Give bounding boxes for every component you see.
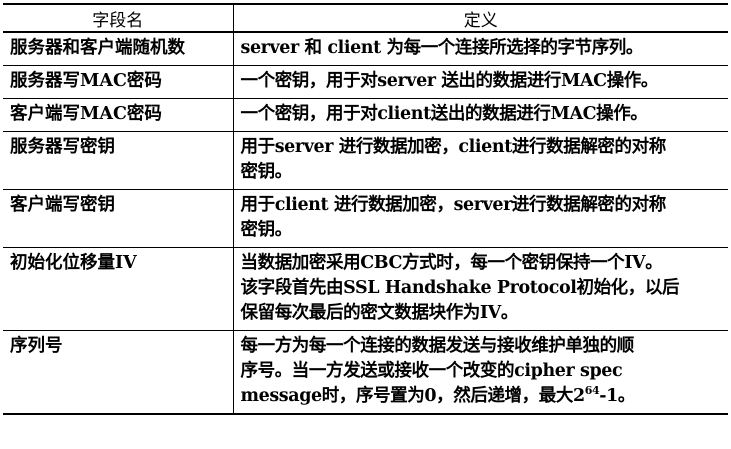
table-row: 客户端写MAC密码 一个密钥，用于对client送出的数据进行MAC操作。: [3, 98, 728, 132]
table-row: 服务器写MAC密码 一个密钥，用于对server 送出的数据进行MAC操作。: [3, 65, 728, 99]
table-row: 序列号 每一方为每一个连接的数据发送与接收维护单独的顺 序号。当一方发送或接收一…: [3, 330, 728, 415]
definition-cell: 一个密钥，用于对client送出的数据进行MAC操作。: [232, 98, 728, 132]
definition-cell: 每一方为每一个连接的数据发送与接收维护单独的顺 序号。当一方发送或接收一个改变的…: [232, 330, 728, 415]
definition-text: 每一方为每一个连接的数据发送与接收维护单独的顺 序号。当一方发送或接收一个改变的…: [240, 336, 635, 406]
definition-cell: 用于client 进行数据加密，server进行数据解密的对称 密钥。: [232, 189, 728, 248]
field-name-cell: 序列号: [3, 330, 233, 415]
exponent-superscript: 64: [584, 384, 600, 397]
field-name-cell: 客户端写密钥: [3, 189, 233, 248]
table-row: 初始化位移量IV 当数据加密采用CBC方式时，每一个密钥保持一个IV。 该字段首…: [3, 247, 728, 331]
field-name-cell: 客户端写MAC密码: [3, 98, 233, 132]
table-row: 客户端写密钥 用于client 进行数据加密，server进行数据解密的对称 密…: [3, 189, 728, 248]
header-definition: 定义: [232, 3, 728, 33]
header-row: 字段名 定义: [3, 3, 728, 33]
table-row: 服务器和客户端随机数 server 和 client 为每一个连接所选择的字节序…: [3, 32, 728, 66]
field-name-cell: 服务器写MAC密码: [3, 65, 233, 99]
definition-cell: 当数据加密采用CBC方式时，每一个密钥保持一个IV。 该字段首先由SSL Han…: [232, 247, 728, 331]
definition-cell: 用于server 进行数据加密，client进行数据解密的对称 密钥。: [232, 131, 728, 190]
field-name-cell: 服务器和客户端随机数: [3, 32, 233, 66]
field-name-cell: 服务器写密钥: [3, 131, 233, 190]
header-field-name: 字段名: [3, 3, 233, 33]
definition-text-end: -1。: [599, 386, 635, 406]
definition-cell: 一个密钥，用于对server 送出的数据进行MAC操作。: [232, 65, 728, 99]
field-name-cell: 初始化位移量IV: [3, 247, 233, 331]
table-row: 服务器写密钥 用于server 进行数据加密，client进行数据解密的对称 密…: [3, 131, 728, 190]
field-definition-table: 字段名 定义 服务器和客户端随机数 server 和 client 为每一个连接…: [3, 3, 728, 415]
definition-cell: server 和 client 为每一个连接所选择的字节序列。: [232, 32, 728, 66]
